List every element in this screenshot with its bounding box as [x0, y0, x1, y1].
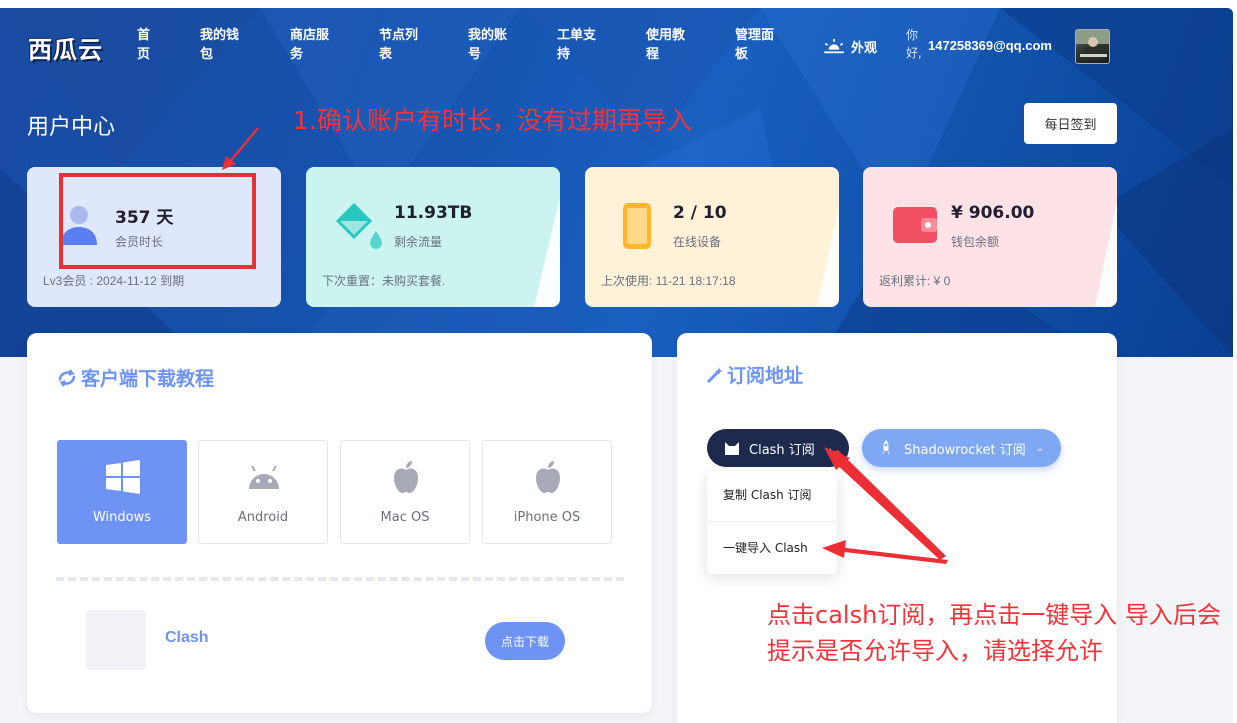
nav-label: 使用教 — [646, 28, 686, 43]
avatar-photo — [1076, 30, 1109, 59]
devices-label: 在线设备 — [673, 235, 722, 249]
dropdown-divider — [707, 521, 837, 522]
nav-label: 持 — [557, 47, 571, 62]
os-label: iPhone OS — [513, 510, 581, 525]
traffic-label: 剩余流量 — [394, 235, 443, 249]
phone-icon — [623, 203, 651, 249]
nav-label: 号 — [468, 47, 482, 62]
nav-item-home[interactable]: 首 页 — [137, 26, 167, 64]
os-tab-ios[interactable]: iPhone OS — [482, 440, 612, 544]
sync-icon — [58, 368, 76, 387]
stat-card-wallet: ¥ 906.00 钱包余额 返利累计: ¥ 0 — [863, 167, 1117, 307]
annotation-note-2: 点击calsh订阅，再点击一键导入 导入后会提示是否允许导入，请选择允许 — [767, 601, 1221, 665]
import-clash-item[interactable]: 一键导入 Clash — [723, 539, 808, 556]
shadowrocket-subscribe-button[interactable]: Shadowrocket 订阅 ⌄ — [862, 429, 1061, 467]
nav-item-tutorial[interactable]: 使用教 程 — [646, 26, 688, 64]
devices-value: 2 / 10 — [673, 203, 727, 223]
nav-item-admin[interactable]: 管理面 板 — [735, 26, 777, 64]
clash-app-name: Clash — [165, 629, 209, 646]
clash-subscribe-button[interactable]: Clash 订阅 ⌄ — [707, 429, 849, 467]
download-panel-title: 客户端下载教程 — [57, 364, 214, 391]
os-label: Windows — [92, 510, 152, 525]
page-title: 用户中心 — [27, 115, 116, 140]
nav-label: 包 — [200, 47, 214, 62]
nav-label: 程 — [646, 47, 660, 62]
subscription-title-text: 订阅地址 — [727, 365, 804, 387]
os-tab-macos[interactable]: Mac OS — [340, 440, 470, 544]
site-logo[interactable]: 西瓜云 — [28, 30, 103, 65]
greeting-text: 你好, — [906, 28, 922, 60]
devices-last-used: 上次使用: 11-21 18:17:18 — [601, 274, 736, 288]
nav-label: 表 — [379, 47, 393, 62]
android-icon — [249, 465, 279, 489]
clash-dropdown-menu: 复制 Clash 订阅 一键导入 Clash — [707, 471, 837, 574]
nav-item-tickets[interactable]: 工单支 持 — [557, 26, 599, 64]
sunrise-icon — [824, 38, 844, 53]
os-label: Android — [237, 510, 289, 525]
apple-icon — [536, 461, 560, 493]
annotation-note-1: 1.确认账户有时长，没有过期再导入 — [293, 106, 692, 135]
chevron-down-icon: ⌄ — [1035, 442, 1045, 454]
daily-checkin-button[interactable]: 每日签到 — [1024, 103, 1117, 144]
membership-expiry: Lv3会员 : 2024-11-12 到期 — [43, 274, 185, 288]
traffic-value: 11.93TB — [394, 203, 473, 223]
clash-subscribe-label: Clash 订阅 — [749, 442, 815, 458]
nav-label: 节点列 — [379, 28, 419, 43]
os-tab-windows[interactable]: Windows — [57, 440, 187, 544]
water-drop-icon — [336, 203, 382, 249]
appearance-label: 外观 — [851, 41, 878, 56]
nav-label: 管理面 — [735, 28, 775, 43]
nav-label: 板 — [735, 47, 749, 62]
nav-label: 我的账 — [468, 28, 508, 43]
nav-label: 商店服 — [290, 28, 330, 43]
clash-app-thumbnail — [86, 610, 146, 670]
nav-item-account[interactable]: 我的账 号 — [468, 26, 510, 64]
nav-item-nodes[interactable]: 节点列 表 — [379, 26, 421, 64]
clash-cat-icon — [725, 442, 739, 455]
magic-wand-icon — [706, 366, 723, 383]
apple-icon — [394, 461, 418, 493]
rocket-icon — [882, 440, 890, 454]
windows-icon — [106, 460, 140, 494]
user-email[interactable]: 147258369@qq.com — [928, 38, 1052, 53]
nav-label: 我的钱 — [200, 28, 240, 43]
stat-card-devices: 2 / 10 在线设备 上次使用: 11-21 18:17:18 — [585, 167, 839, 307]
download-title-text: 客户端下载教程 — [81, 368, 215, 390]
wallet-value: ¥ 906.00 — [951, 203, 1035, 223]
nav-label: 页 — [137, 47, 151, 62]
copy-clash-subscription-item[interactable]: 复制 Clash 订阅 — [723, 486, 812, 503]
shadowrocket-subscribe-label: Shadowrocket 订阅 — [904, 442, 1026, 458]
wallet-icon — [893, 207, 937, 243]
nav-label: 首 — [137, 28, 151, 43]
nav-item-shop[interactable]: 商店服 务 — [290, 26, 332, 64]
annotation-highlight-box — [59, 173, 256, 269]
wallet-rebate: 返利累计: ¥ 0 — [879, 274, 951, 288]
download-button[interactable]: 点击下载 — [485, 622, 565, 660]
page: 西瓜云 首 页 我的钱 包 商店服 务 节点列 表 我的账 号 工单支 持 使用… — [0, 0, 1237, 723]
os-tab-android[interactable]: Android — [198, 440, 328, 544]
traffic-reset: 下次重置：未购买套餐. — [322, 274, 446, 288]
subscription-panel-title: 订阅地址 — [706, 361, 803, 388]
chevron-down-icon: ⌄ — [824, 442, 834, 454]
nav-label: 务 — [290, 47, 304, 62]
section-divider — [56, 577, 624, 581]
nav-item-wallet[interactable]: 我的钱 包 — [200, 26, 242, 64]
user-avatar[interactable] — [1075, 29, 1110, 64]
wallet-label: 钱包余额 — [951, 235, 1000, 249]
nav-label: 工单支 — [557, 28, 597, 43]
stat-card-traffic: 11.93TB 剩余流量 下次重置：未购买套餐. — [306, 167, 560, 307]
appearance-toggle[interactable]: 外观 — [823, 37, 877, 56]
os-label: Mac OS — [380, 510, 430, 525]
